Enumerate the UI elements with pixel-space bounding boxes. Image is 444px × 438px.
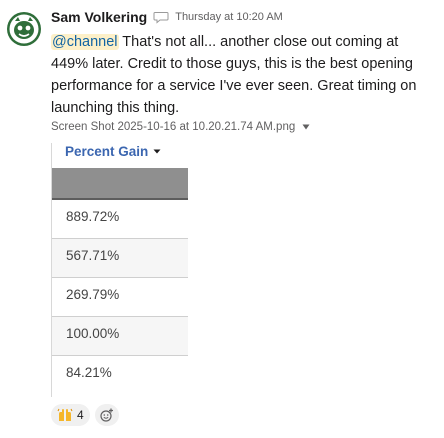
message-timestamp[interactable]: Thursday at 10:20 AM (175, 11, 283, 23)
add-reaction-button[interactable] (94, 404, 119, 426)
table-header-band (52, 168, 188, 200)
sort-caret-icon (153, 149, 161, 154)
reaction-count: 4 (77, 408, 84, 422)
reactions-bar: 4 (51, 404, 119, 426)
column-header-label: Percent Gain (65, 144, 149, 159)
attachment-header: Screen Shot 2025-10-16 at 10.20.21.74 AM… (51, 121, 310, 133)
percent-gain-value: 567.71% (66, 248, 120, 263)
column-header: Percent Gain (65, 144, 161, 159)
table-row: 269.79% (52, 278, 188, 317)
attachment-filename[interactable]: Screen Shot 2025-10-16 at 10.20.21.74 AM… (51, 121, 295, 133)
channel-mention[interactable]: @channel (51, 34, 119, 50)
raised-hands-icon (57, 408, 73, 421)
percent-gain-value: 269.79% (66, 287, 120, 302)
percent-gain-value: 889.72% (66, 209, 120, 224)
table-row: 889.72% (52, 200, 188, 239)
author-name[interactable]: Sam Volkering (51, 9, 147, 25)
add-emoji-icon (100, 408, 113, 422)
percent-gain-value: 84.21% (66, 365, 112, 380)
table-row: 567.71% (52, 239, 188, 278)
speech-bubble-icon (153, 11, 169, 24)
percent-gain-value: 100.00% (66, 326, 120, 341)
table-row: 100.00% (52, 317, 188, 356)
table-row: 84.21% (52, 356, 188, 394)
avatar[interactable] (6, 11, 42, 47)
message-header: Sam Volkering Thursday at 10:20 AM (51, 9, 283, 25)
reaction-raised-hands[interactable]: 4 (51, 404, 90, 426)
attachment-image[interactable]: Percent Gain 889.72% 567.71% 269.79% 100… (51, 143, 189, 397)
chevron-down-icon[interactable] (302, 124, 310, 130)
message-body: @channel That's not all... another close… (51, 31, 436, 119)
